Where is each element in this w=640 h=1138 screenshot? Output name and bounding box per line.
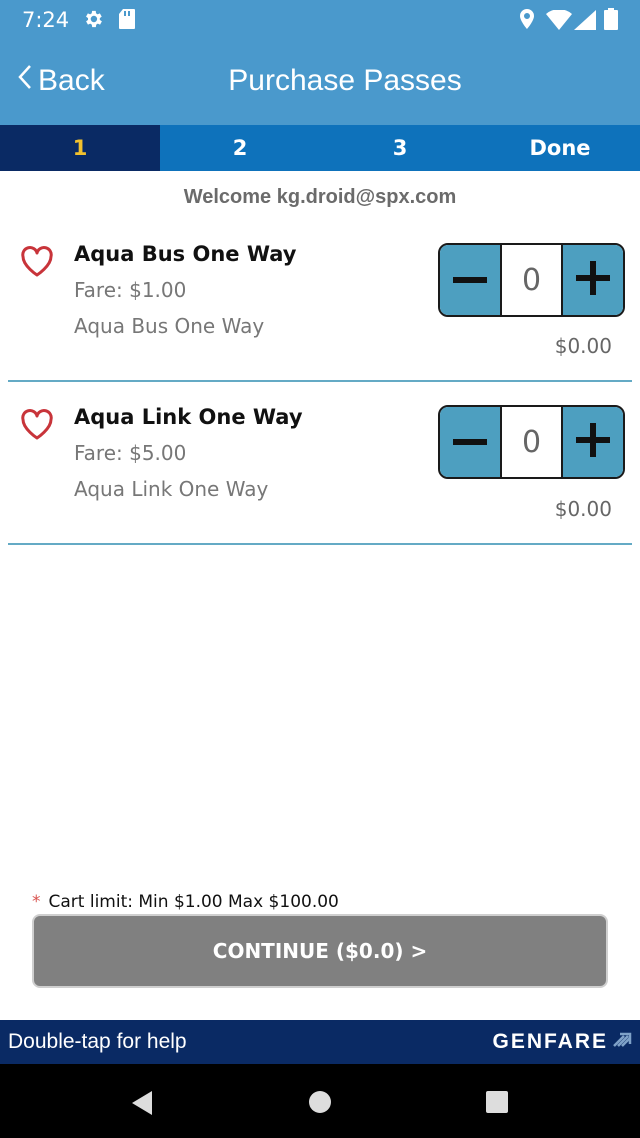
page-title: Purchase Passes <box>228 64 462 97</box>
wifi-icon <box>546 9 572 35</box>
continue-button[interactable]: CONTINUE ($0.0) > <box>32 914 608 988</box>
cart-limit-note: * Cart limit: Min $1.00 Max $100.00 <box>32 892 339 912</box>
pass-item: Aqua Bus One Way Fare: $1.00 Aqua Bus On… <box>0 222 640 382</box>
decrement-button[interactable] <box>440 407 500 477</box>
required-marker: * <box>32 892 41 912</box>
step-1: 1 <box>0 125 160 171</box>
genfare-arrows-icon <box>612 1030 632 1054</box>
quantity-value[interactable]: 0 <box>500 245 563 315</box>
pass-name: Aqua Bus One Way <box>74 242 297 266</box>
heart-icon[interactable] <box>20 246 54 278</box>
pass-description: Aqua Bus One Way <box>74 314 265 338</box>
pass-name: Aqua Link One Way <box>74 405 303 429</box>
pass-total: $0.00 <box>554 497 612 521</box>
welcome-text: Welcome kg.droid@spx.com <box>183 186 457 208</box>
location-icon <box>518 8 536 35</box>
battery-icon <box>604 8 618 35</box>
minus-icon <box>453 271 487 289</box>
pass-total: $0.00 <box>554 334 612 358</box>
decrement-button[interactable] <box>440 245 500 315</box>
quantity-stepper: 0 <box>438 243 625 317</box>
increment-button[interactable] <box>563 407 623 477</box>
brand-name: GENFARE <box>492 1030 608 1053</box>
sd-card-icon <box>118 8 136 35</box>
signal-icon <box>574 10 596 35</box>
divider <box>8 543 632 545</box>
nav-home-icon[interactable] <box>308 1090 332 1119</box>
step-2: 2 <box>232 136 248 160</box>
system-nav-bar <box>0 1064 640 1138</box>
pass-fare: Fare: $1.00 <box>74 278 187 302</box>
nav-back-icon[interactable] <box>130 1090 154 1121</box>
app-header: Back Purchase Passes <box>0 40 640 125</box>
help-text[interactable]: Double-tap for help <box>8 1030 187 1054</box>
plus-icon <box>576 422 610 462</box>
pass-item: Aqua Link One Way Fare: $5.00 Aqua Link … <box>0 385 640 545</box>
nav-recents-icon[interactable] <box>485 1090 509 1119</box>
help-bar: Double-tap for help GENFARE <box>0 1020 640 1064</box>
step-done: Done <box>529 136 591 160</box>
status-bar: 7:24 <box>0 0 640 40</box>
quantity-value[interactable]: 0 <box>500 407 563 477</box>
quantity-stepper: 0 <box>438 405 625 479</box>
step-indicator: 1 2 3 Done <box>0 125 640 171</box>
increment-button[interactable] <box>563 245 623 315</box>
step-3: 3 <box>392 136 408 160</box>
pass-description: Aqua Link One Way <box>74 477 269 501</box>
cart-limit-text: Cart limit: Min $1.00 Max $100.00 <box>48 892 339 912</box>
minus-icon <box>453 433 487 451</box>
plus-icon <box>576 260 610 300</box>
divider <box>8 380 632 382</box>
pass-fare: Fare: $5.00 <box>74 441 187 465</box>
heart-icon[interactable] <box>20 409 54 441</box>
status-time: 7:24 <box>22 8 70 32</box>
gear-icon <box>82 8 104 35</box>
genfare-logo: GENFARE <box>492 1030 632 1054</box>
